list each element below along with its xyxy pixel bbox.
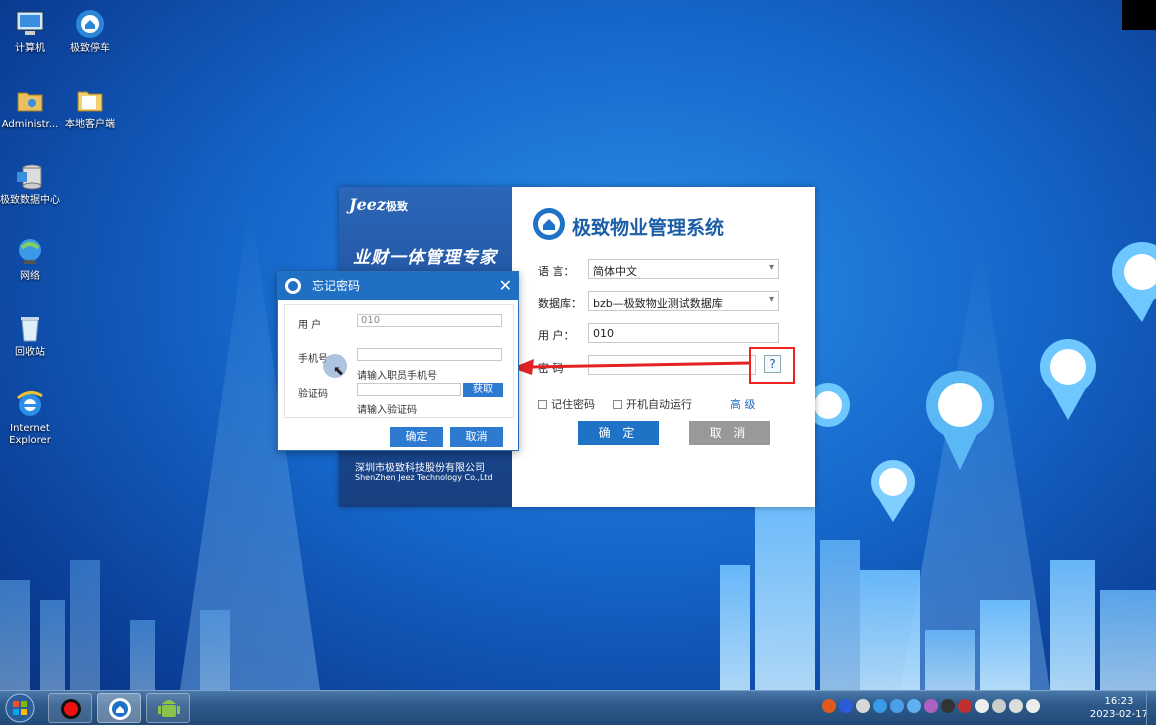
verification-code-label: 验证码 [298, 389, 328, 400]
user-label: 用 户： [538, 329, 575, 342]
clock[interactable]: 16:23 2023-02-17 [1090, 695, 1148, 721]
advanced-link[interactable]: 高 级 [730, 396, 756, 412]
tray-app-icon[interactable] [856, 699, 870, 713]
system-tray [822, 699, 1040, 717]
internet-explorer-icon [17, 391, 43, 416]
verification-code-input[interactable] [357, 383, 461, 396]
taskbar: 16:23 2023-02-17 [0, 690, 1156, 725]
app-logo-icon [533, 208, 565, 240]
tray-app-icon[interactable] [890, 699, 904, 713]
database-select[interactable]: bzb—极致物业测试数据库 [588, 291, 779, 311]
tray-app-icon[interactable] [975, 699, 989, 713]
desktop-icon-internet-explorer[interactable]: Internet Explorer [0, 388, 62, 447]
autostart-checkbox[interactable]: 开机自动运行 [613, 396, 692, 412]
show-desktop-button[interactable] [1146, 691, 1156, 725]
brand-name-en: Jeez [349, 195, 387, 214]
desktop-icon-recycle-bin[interactable]: 回收站 [0, 312, 62, 359]
remember-password-checkbox[interactable]: 记住密码 [538, 396, 595, 412]
brand-slogan: 业财一体管理专家 [353, 248, 497, 268]
forgot-password-dialog: 忘记密码 ✕ 用 户 010 手机号 请输入职员手机号 验证码 获取 请输入验证… [277, 271, 519, 451]
brand-name-cn: 极致 [386, 200, 409, 213]
autostart-label: 开机自动运行 [626, 398, 692, 411]
company-name-cn: 深圳市极致科技股份有限公司 [355, 463, 485, 474]
user-input[interactable]: 010 [588, 323, 779, 343]
desktop-icon-administrator[interactable]: Administr... [0, 84, 62, 131]
desktop-icon-label: 极致停车 [70, 43, 110, 54]
dialog-user-value: 010 [361, 315, 381, 326]
tray-record-icon[interactable] [958, 699, 972, 713]
folder-icon [77, 91, 103, 112]
language-value: 简体中文 [593, 265, 637, 278]
login-cancel-button[interactable]: 取 消 [689, 421, 770, 445]
mouse-cursor-icon: ⬉ [333, 364, 344, 379]
desktop-icon-jeez-parking[interactable]: 极致停车 [58, 8, 122, 55]
start-button[interactable] [2, 692, 38, 724]
desktop-icon-computer[interactable]: 计算机 [0, 8, 62, 55]
tray-app-icon[interactable] [924, 699, 938, 713]
desktop-icon-label: Administr... [1, 119, 59, 130]
jeez-app-icon [109, 698, 131, 720]
tray-app-icon[interactable] [907, 699, 921, 713]
database-icon [17, 164, 42, 190]
tray-app-icon[interactable] [873, 699, 887, 713]
desktop-icon-network[interactable]: 网络 [0, 236, 62, 283]
volume-icon[interactable] [1026, 699, 1040, 713]
desktop-icon-label: 本地客户端 [65, 119, 115, 130]
phone-input[interactable] [357, 348, 502, 361]
computer-icon [16, 11, 44, 35]
close-icon[interactable]: ✕ [499, 272, 512, 300]
jeez-parking-icon [76, 10, 104, 38]
user-value: 010 [593, 327, 614, 340]
tray-app-icon[interactable] [941, 699, 955, 713]
desktop-icon-label: 网络 [20, 271, 40, 282]
desktop-icon-label: 回收站 [15, 347, 45, 358]
brand-logo: Jeez极致 [349, 195, 408, 214]
app-title: 极致物业管理系统 [572, 217, 725, 239]
network-tray-icon[interactable] [1009, 699, 1023, 713]
verification-code-hint: 请输入验证码 [357, 405, 417, 416]
dialog-user-input[interactable]: 010 [357, 314, 502, 327]
taskbar-jeez-app-button[interactable] [97, 693, 141, 723]
remember-password-label: 记住密码 [551, 398, 595, 411]
android-icon [158, 700, 180, 717]
annotation-highlight-box [749, 347, 795, 384]
get-code-button[interactable]: 获取 [463, 383, 503, 397]
database-label: 数据库： [538, 297, 582, 310]
company-name-en: ShenZhen Jeez Technology Co.,Ltd [355, 473, 493, 482]
taskbar-recorder-button[interactable] [48, 693, 92, 723]
desktop-icon-data-center[interactable]: 极致数据中心 [0, 160, 62, 207]
annotation-arrow [512, 359, 751, 375]
clock-date: 2023-02-17 [1089, 709, 1148, 720]
dialog-title-bar: 忘记密码 ✕ [278, 272, 518, 300]
language-label: 语 言： [538, 265, 575, 278]
dialog-ok-button[interactable]: 确定 [390, 427, 443, 447]
record-icon [61, 699, 81, 719]
taskbar-android-button[interactable] [146, 693, 190, 723]
checkbox-box [613, 400, 622, 409]
dialog-title: 忘记密码 [312, 279, 361, 293]
language-select[interactable]: 简体中文 [588, 259, 779, 279]
user-folder-icon [17, 92, 43, 112]
desktop-icon-label: 极致数据中心 [0, 195, 60, 206]
login-ok-button[interactable]: 确 定 [578, 421, 659, 445]
database-value: bzb—极致物业测试数据库 [593, 297, 723, 310]
action-center-icon[interactable] [992, 699, 1006, 713]
desktop-icon-label: Internet Explorer [9, 423, 51, 446]
desktop-icon-label: 计算机 [15, 43, 45, 54]
sogou-input-icon[interactable] [822, 699, 836, 713]
dialog-cancel-button[interactable]: 取消 [450, 427, 503, 447]
network-icon [19, 239, 41, 264]
recycle-bin-icon [21, 317, 39, 342]
dialog-user-label: 用 户 [298, 320, 322, 331]
desktop-icon-local-client[interactable]: 本地客户端 [58, 84, 122, 131]
top-right-black-box [1122, 0, 1156, 30]
phone-hint: 请输入职员手机号 [357, 371, 437, 382]
help-icon[interactable] [839, 699, 853, 713]
clock-time: 16:23 [1104, 696, 1134, 707]
dialog-logo-icon [285, 278, 301, 294]
checkbox-box [538, 400, 547, 409]
